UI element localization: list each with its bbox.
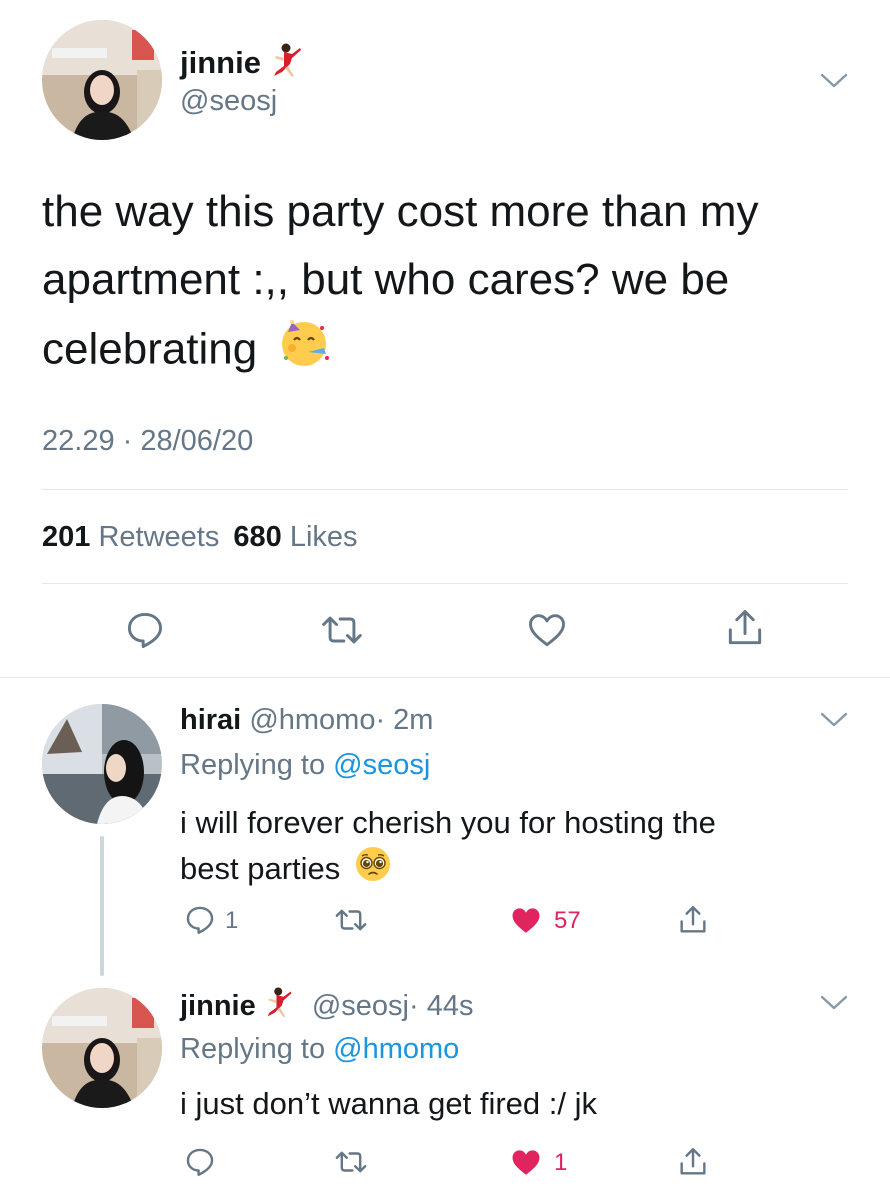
- partying-face-emoji-icon: [278, 314, 334, 390]
- tweet-text-line: best parties: [180, 846, 860, 895]
- reply-icon[interactable]: [183, 1145, 217, 1179]
- heart-filled-icon: [512, 1150, 540, 1175]
- replying-to: Replying to @seosj: [180, 748, 430, 782]
- avatar[interactable]: [42, 988, 162, 1108]
- like-icon[interactable]: [524, 608, 570, 652]
- reply-header: jinnie @seosj· 44s: [180, 986, 473, 1029]
- reply-icon: [186, 906, 214, 934]
- likes-label: Likes: [289, 521, 358, 553]
- tweet-text: the way this party cost more than my apa…: [42, 178, 862, 390]
- avatar[interactable]: [42, 20, 162, 140]
- dancer-emoji-icon: [264, 986, 296, 1029]
- tweet-text: i just don’t wanna get fired :/ jk: [180, 1084, 860, 1124]
- retweet-icon[interactable]: [332, 903, 370, 937]
- retweet-icon[interactable]: [332, 1145, 370, 1179]
- display-name[interactable]: jinnie: [180, 990, 256, 1022]
- share-icon[interactable]: [723, 606, 767, 650]
- handle[interactable]: @hmomo: [249, 704, 375, 736]
- tweet-text-line: apartment :,, but who cares? we be: [42, 255, 730, 304]
- divider: [0, 677, 890, 678]
- tweet-text-line: celebrating: [42, 314, 862, 390]
- tweet-text-line: i just don’t wanna get fired :/ jk: [180, 1086, 598, 1121]
- tweet-age[interactable]: · 44s: [409, 990, 473, 1022]
- tweet-age[interactable]: · 2m: [375, 704, 433, 736]
- like-count: 57: [554, 907, 581, 934]
- chevron-down-icon[interactable]: [820, 712, 848, 728]
- retweets-stat[interactable]: 201 Retweets: [42, 521, 227, 553]
- chevron-down-icon[interactable]: [820, 73, 848, 89]
- handle[interactable]: @seosj: [180, 84, 277, 118]
- thread-line: [100, 836, 104, 976]
- share-icon[interactable]: [676, 903, 710, 937]
- reply-icon[interactable]: [123, 608, 167, 652]
- display-name[interactable]: hirai: [180, 704, 241, 736]
- avatar[interactable]: [42, 704, 162, 824]
- display-name[interactable]: jinnie: [180, 42, 306, 88]
- dancer-emoji-icon: [270, 42, 306, 88]
- tweet-text: i will forever cherish you for hosting t…: [180, 800, 860, 895]
- replying-to: Replying to @hmomo: [180, 1032, 459, 1066]
- chevron-down-icon[interactable]: [820, 995, 848, 1011]
- divider: [42, 489, 848, 490]
- likes-count: 680: [233, 521, 282, 553]
- divider: [42, 583, 848, 584]
- pleading-face-emoji-icon: [355, 846, 391, 895]
- heart-filled-icon: [512, 908, 540, 933]
- tweet-text-line: the way this party cost more than my: [42, 187, 759, 236]
- retweets-count: 201: [42, 521, 91, 553]
- reply-header: hirai @hmomo· 2m: [180, 703, 433, 737]
- replying-prefix: Replying to: [180, 749, 326, 781]
- timestamp[interactable]: 22.29 · 28/06/20: [42, 424, 253, 458]
- share-icon[interactable]: [676, 1145, 710, 1179]
- replying-prefix: Replying to: [180, 1033, 326, 1065]
- handle[interactable]: @seosj: [312, 990, 409, 1022]
- replying-to-link[interactable]: @hmomo: [333, 1033, 459, 1065]
- display-name-text: jinnie: [180, 45, 261, 81]
- tweet-text-segment: best parties: [180, 851, 341, 886]
- retweet-icon[interactable]: [318, 608, 366, 652]
- tweet-text-line: i will forever cherish you for hosting t…: [180, 805, 716, 840]
- tweet-text-segment: celebrating: [42, 324, 258, 374]
- tweet-stats: 201 Retweets 680 Likes: [42, 520, 358, 554]
- reply-count: 1: [225, 907, 239, 934]
- retweets-label: Retweets: [98, 521, 220, 553]
- like-count: 1: [554, 1149, 568, 1176]
- replying-to-link[interactable]: @seosj: [333, 749, 430, 781]
- likes-stat[interactable]: 680 Likes: [233, 521, 357, 553]
